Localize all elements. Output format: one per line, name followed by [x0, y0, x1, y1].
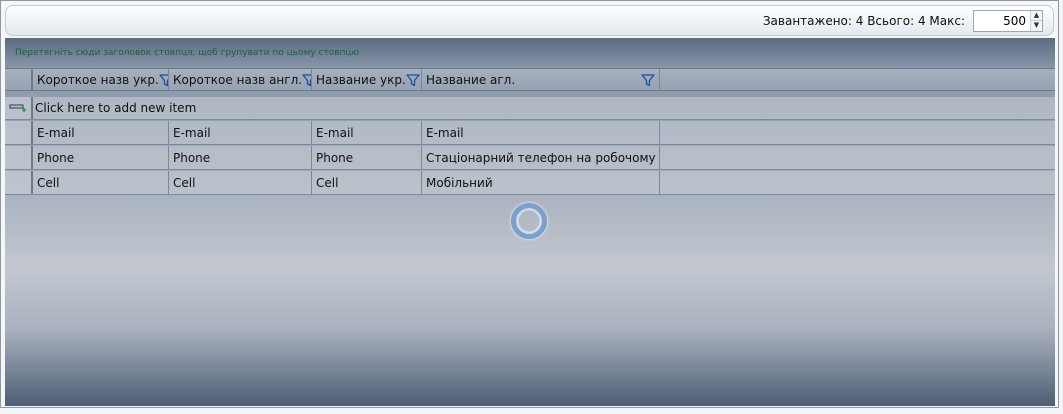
header-filler	[660, 69, 1055, 90]
add-row-icon	[9, 104, 26, 112]
add-row-indicator	[5, 97, 33, 119]
filter-icon[interactable]	[302, 73, 312, 87]
table-cell[interactable]: E-mail	[33, 121, 169, 144]
column-header-short-eng[interactable]: Короткое назв англ.	[169, 69, 312, 90]
row-filler	[660, 121, 1055, 144]
stepper-down-button[interactable]: ▼	[1031, 20, 1042, 31]
add-new-item-row[interactable]: Click here to add new item	[5, 97, 1055, 120]
table-row[interactable]: E-mail E-mail E-mail E-mail	[5, 121, 1055, 145]
header-indicator-cell	[5, 69, 33, 90]
column-header-name-ukr[interactable]: Название укр.	[312, 69, 422, 90]
add-new-item-label[interactable]: Click here to add new item	[33, 97, 196, 119]
table-row[interactable]: Cell Cell Cell Мобільний	[5, 171, 1055, 195]
table-cell[interactable]: Cell	[312, 171, 422, 194]
filter-icon[interactable]	[641, 73, 655, 87]
row-indicator[interactable]	[5, 171, 33, 194]
max-count-input[interactable]	[974, 10, 1030, 31]
column-header-label: Название укр.	[316, 72, 406, 87]
stepper-up-button[interactable]: ▲	[1031, 10, 1042, 20]
column-header-name-eng[interactable]: Название агл.	[422, 69, 660, 90]
loading-spinner-icon	[511, 203, 547, 239]
filter-icon[interactable]	[406, 73, 420, 87]
table-cell[interactable]: E-mail	[422, 121, 660, 144]
stepper-buttons: ▲ ▼	[1030, 10, 1042, 31]
filter-icon[interactable]	[159, 73, 169, 87]
table-cell[interactable]: Стаціонарний телефон на робочому місці	[422, 146, 660, 169]
row-indicator[interactable]	[5, 146, 33, 169]
column-header-label: Название агл.	[426, 72, 516, 87]
table-cell[interactable]: Phone	[33, 146, 169, 169]
table-cell[interactable]: E-mail	[169, 121, 312, 144]
table-cell[interactable]: Phone	[169, 146, 312, 169]
column-header-row: Короткое назв укр. Короткое назв англ. Н…	[5, 68, 1055, 91]
table-cell[interactable]: E-mail	[312, 121, 422, 144]
grid-window: Завантажено: 4 Всього: 4 Макс: ▲ ▼ Перет…	[0, 0, 1059, 408]
row-filler	[660, 146, 1055, 169]
table-cell[interactable]: Мобільний	[422, 171, 660, 194]
group-by-panel[interactable]: Перетягніть сюди заголовок стовпця, щоб …	[5, 38, 1055, 68]
row-filler	[660, 171, 1055, 194]
column-header-label: Короткое назв укр.	[37, 72, 159, 87]
load-stats: Завантажено: 4 Всього: 4 Макс:	[762, 13, 965, 28]
table-row[interactable]: Phone Phone Phone Стаціонарний телефон н…	[5, 146, 1055, 170]
row-indicator[interactable]	[5, 121, 33, 144]
table-cell[interactable]: Cell	[169, 171, 312, 194]
table-cell[interactable]: Phone	[312, 146, 422, 169]
column-header-label: Короткое назв англ.	[173, 72, 303, 87]
table-cell[interactable]: Cell	[33, 171, 169, 194]
status-toolbar: Завантажено: 4 Всього: 4 Макс: ▲ ▼	[5, 5, 1054, 36]
column-header-short-ukr[interactable]: Короткое назв укр.	[33, 69, 169, 90]
max-count-stepper[interactable]: ▲ ▼	[973, 9, 1043, 32]
data-grid: Перетягніть сюди заголовок стовпця, щоб …	[5, 38, 1055, 406]
